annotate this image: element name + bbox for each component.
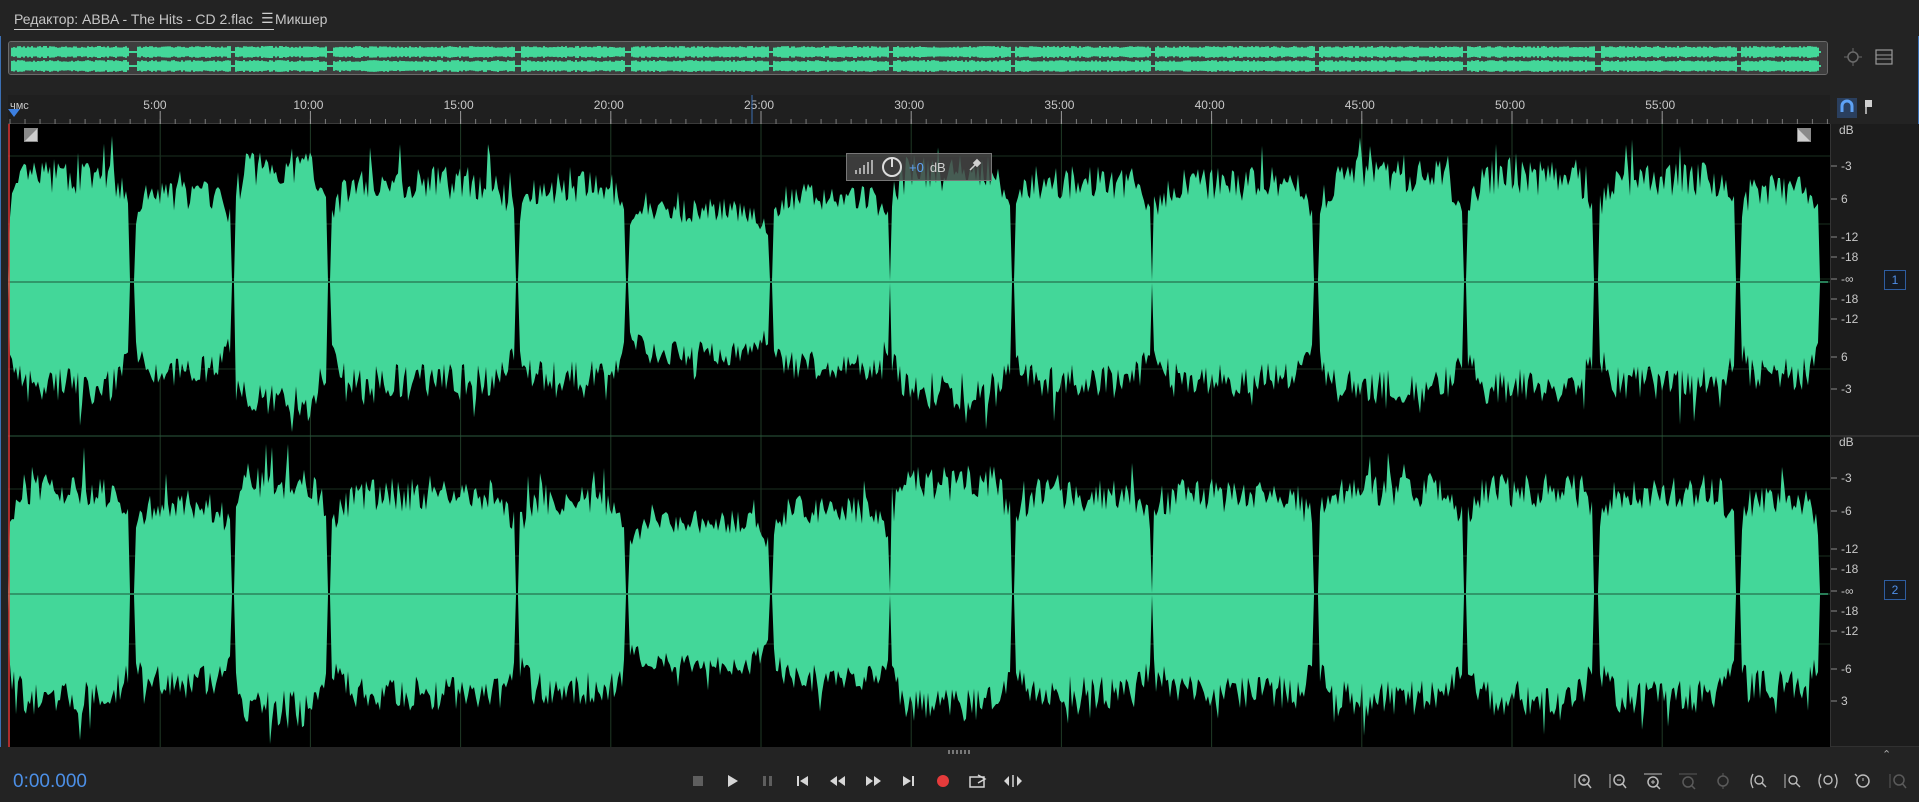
current-time-display[interactable]: 0:00.000: [13, 771, 87, 793]
scale-tick-label: -12: [1841, 230, 1859, 244]
zoom-in-right-icon[interactable]: [1810, 770, 1845, 792]
scale-tick-label: -∞: [1841, 584, 1854, 598]
tab-mixer-label: Микшер: [275, 11, 328, 27]
hud-volume-value[interactable]: +0: [909, 160, 924, 175]
scale-tick-label: -18: [1841, 562, 1859, 576]
channel-1-badge[interactable]: 1: [1884, 270, 1906, 290]
loop-playback-icon[interactable]: [960, 770, 995, 792]
scale-tick-label: -12: [1841, 624, 1859, 638]
zoom-out-amplitude-icon[interactable]: [1600, 770, 1635, 792]
play-icon[interactable]: [715, 770, 750, 792]
waveform-display[interactable]: [8, 124, 1830, 747]
zoom-navigator-icon[interactable]: [1843, 47, 1863, 72]
waveform-overview[interactable]: [8, 41, 1828, 75]
tab-bar: Редактор: ABBA - The Hits - CD 2.flac ☰ …: [0, 0, 1919, 36]
zoom-in-amplitude-icon[interactable]: [1565, 770, 1600, 792]
overview-waveform: [9, 42, 1827, 74]
rewind-icon[interactable]: [820, 770, 855, 792]
scale-tick-label: -18: [1841, 292, 1859, 306]
scale-tick-label: 6: [1841, 350, 1848, 364]
ruler-tick-label: 45:00: [1345, 98, 1375, 112]
tab-editor[interactable]: Редактор: ABBA - The Hits - CD 2.flac ☰: [14, 8, 274, 30]
ruler-tick-label: 15:00: [444, 98, 474, 112]
amplitude-scale-ticks: dB -3 6 -12 -18 -∞ -18 -12 6 -3 dB -3 -6 -12 -18 -∞ -18 -…: [1831, 124, 1919, 747]
fade-in-handle[interactable]: [24, 128, 38, 142]
scale-tick-label: -12: [1841, 542, 1859, 556]
ruler-ticks: 5:00 10:00 15:00 20:00 25:00 30:00 35:00 40:00 4…: [8, 95, 1828, 124]
spectral-view-icon[interactable]: [1874, 48, 1894, 71]
fade-out-handle[interactable]: [1797, 128, 1811, 142]
ruler-tick-label: 55:00: [1645, 98, 1675, 112]
pin-icon[interactable]: [968, 158, 982, 177]
tab-editor-label: Редактор: ABBA - The Hits - CD 2.flac: [14, 10, 253, 27]
zoom-tool-icon[interactable]: [1880, 770, 1915, 792]
scale-tick-label: -18: [1841, 604, 1859, 618]
stop-icon[interactable]: [680, 770, 715, 792]
ruler-tick-label: 25:00: [744, 98, 774, 112]
zoom-in-left-icon[interactable]: [1740, 770, 1775, 792]
tab-mixer[interactable]: Микшер: [275, 8, 327, 30]
skip-selection-icon[interactable]: [995, 770, 1030, 792]
ruler-tick-label: 20:00: [594, 98, 624, 112]
scale-tick-label: -3: [1841, 382, 1852, 396]
ruler-tick-label: 50:00: [1495, 98, 1525, 112]
time-ruler[interactable]: 5:00 10:00 15:00 20:00 25:00 30:00 35:00 40:00 4…: [8, 95, 1830, 124]
record-icon[interactable]: [925, 770, 960, 792]
scale-tick-label: 6: [1841, 192, 1848, 206]
zoom-full-icon[interactable]: [1845, 770, 1880, 792]
hud-volume-unit: dB: [929, 159, 946, 175]
ruler-tick-label: 30:00: [894, 98, 924, 112]
volume-knob-icon[interactable]: [881, 156, 903, 178]
waveform-channels: [8, 124, 1830, 747]
go-to-start-icon[interactable]: [785, 770, 820, 792]
go-to-end-icon[interactable]: [890, 770, 925, 792]
zoom-controls: [1565, 770, 1915, 792]
tab-menu-icon[interactable]: ☰: [261, 10, 274, 27]
amplitude-scale[interactable]: dB -3 6 -12 -18 -∞ -18 -12 6 -3 dB -3 -6 -12 -18 -∞ -18 -…: [1830, 124, 1919, 747]
scale-tick-label: -18: [1841, 250, 1859, 264]
snap-icon[interactable]: [1837, 98, 1857, 123]
scale-unit-label: dB: [1839, 124, 1854, 137]
zoom-out-left-icon[interactable]: [1775, 770, 1810, 792]
collapse-chevron-icon[interactable]: ⌃: [1882, 748, 1891, 761]
hud-volume-control[interactable]: +0 dB: [846, 153, 992, 181]
scale-tick-label: -6: [1841, 504, 1852, 518]
signal-bars-icon: [855, 160, 873, 174]
ruler-tick-label: 35:00: [1044, 98, 1074, 112]
scale-unit-label: dB: [1839, 435, 1854, 449]
scale-tick-label: -3: [1841, 471, 1852, 485]
zoom-out-full-time-icon[interactable]: [1670, 770, 1705, 792]
channel-2-badge[interactable]: 2: [1884, 580, 1906, 600]
scale-tick-label: -∞: [1841, 272, 1854, 286]
zoom-to-selection-icon[interactable]: [1705, 770, 1740, 792]
scale-tick-label: -12: [1841, 312, 1859, 326]
marker-pin-icon[interactable]: [1862, 98, 1876, 121]
ruler-tick-label: 5:00: [143, 98, 167, 112]
scale-tick-label: 3: [1841, 694, 1848, 708]
fast-forward-icon[interactable]: [855, 770, 890, 792]
scale-tick-label: -3: [1841, 159, 1852, 173]
ruler-tick-label: 10:00: [293, 98, 323, 112]
ruler-unit-label: чмс: [10, 100, 29, 112]
scale-tick-label: -6: [1841, 662, 1852, 676]
resize-grip[interactable]: [948, 750, 972, 754]
ruler-tick-label: 40:00: [1195, 98, 1225, 112]
transport-controls: [680, 770, 1030, 792]
pause-icon[interactable]: [750, 770, 785, 792]
zoom-in-time-icon[interactable]: [1635, 770, 1670, 792]
